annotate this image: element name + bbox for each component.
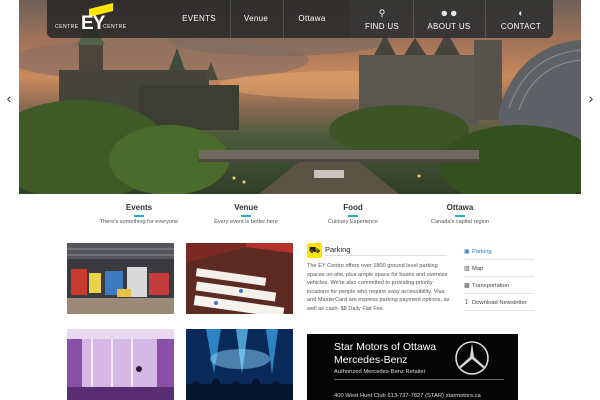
category-underline (241, 215, 251, 217)
hero-prev-arrow[interactable]: ‹ (3, 90, 15, 106)
car-icon: ⛟ (307, 243, 322, 258)
side-link-label: Download Newsletter (472, 300, 527, 306)
nav-events[interactable]: EVENTS (177, 0, 221, 38)
nav-about-us[interactable]: ☻☻ ABOUT US (422, 0, 476, 38)
category-subtitle: Culinary Experience (327, 219, 379, 225)
logo-centre-right: CENTRE (103, 24, 127, 30)
category-events[interactable]: Events There's something for everyone (84, 203, 194, 225)
category-underline (348, 215, 358, 217)
side-link-parking[interactable]: ▣ Parking (464, 244, 534, 260)
category-subtitle: There's something for everyone (99, 219, 179, 225)
bus-icon: ▩ (464, 283, 470, 289)
nav-find-us[interactable]: ⚲ FIND US (360, 0, 404, 38)
nav-about-us-label: ABOUT US (427, 22, 471, 31)
nav-contact[interactable]: ◐ CONTACT (496, 0, 546, 38)
photo-tile-trade-show[interactable] (67, 243, 174, 314)
side-link-download-newsletter[interactable]: ↧ Download Newsletter (464, 295, 534, 311)
nav-divider (485, 0, 486, 38)
trade-show-image (67, 243, 174, 314)
nav-divider (230, 0, 231, 38)
nav-divider (283, 0, 284, 38)
main-navigation: EY CENTRE CENTRE EVENTS Venue Ottawa ⚲ F… (47, 0, 553, 38)
parking-title: Parking (325, 245, 351, 254)
side-link-label: Parking (472, 249, 492, 255)
nav-ottawa[interactable]: Ottawa (290, 0, 334, 38)
category-venue[interactable]: Venue Every event is better here (191, 203, 301, 225)
nav-divider (413, 0, 414, 38)
contact-icon: ◐ (518, 8, 524, 18)
category-subtitle: Every event is better here (214, 219, 278, 225)
download-icon: ↧ (464, 300, 470, 306)
ey-centre-logo[interactable]: EY CENTRE CENTRE (53, 3, 127, 34)
ad-contact-info: 400 West Hunt Club 613-737-7827 (STAR) s… (334, 393, 481, 399)
category-underline (455, 215, 465, 217)
photo-tile-stage[interactable] (67, 329, 174, 400)
category-title: Food (343, 203, 363, 212)
logo-ey-text: EY (81, 13, 105, 34)
photo-tile-banquet[interactable] (186, 243, 293, 314)
side-link-label: Transportation (472, 283, 510, 289)
nav-utility-group: ⚲ FIND US ☻☻ ABOUT US ◐ CONTACT (350, 0, 553, 38)
category-subtitle: Canada's capital region (430, 219, 490, 225)
side-link-map[interactable]: ▨ Map (464, 261, 534, 277)
concert-image (186, 329, 293, 400)
stage-image (67, 329, 174, 400)
hero-next-arrow[interactable]: › (585, 90, 597, 106)
logo-centre-left: CENTRE (55, 24, 79, 30)
photo-tile-concert[interactable] (186, 329, 293, 400)
ad-brand-name: Mercedes-Benz (334, 354, 408, 366)
category-title: Venue (234, 203, 258, 212)
parking-title-rule (325, 255, 447, 256)
category-underline (134, 215, 144, 217)
banquet-image (186, 243, 293, 314)
category-title: Events (125, 203, 153, 212)
nav-venue[interactable]: Venue (237, 0, 275, 38)
map-pin-icon: ⚲ (378, 8, 386, 18)
side-link-label: Map (472, 266, 484, 272)
ad-dealer-name: Star Motors of Ottawa (334, 341, 437, 353)
ad-tagline: Authorized Mercedes-Benz Retailer (334, 369, 426, 375)
nav-find-us-label: FIND US (364, 22, 400, 31)
category-food[interactable]: Food Culinary Experience (298, 203, 408, 225)
people-icon: ☻☻ (439, 8, 459, 18)
parking-icon: ▣ (464, 249, 470, 255)
map-icon: ▨ (464, 266, 470, 272)
category-title: Ottawa (446, 203, 474, 212)
category-ottawa[interactable]: Ottawa Canada's capital region (405, 203, 515, 225)
side-link-transportation[interactable]: ▩ Transportation (464, 278, 534, 294)
ad-divider (334, 379, 504, 380)
parking-description: The EY Centre offers over 1800 ground le… (307, 263, 450, 312)
mercedes-star-icon (455, 341, 489, 375)
nav-contact-label: CONTACT (500, 22, 542, 31)
star-motors-advertisement[interactable]: Star Motors of Ottawa Mercedes-Benz Auth… (307, 334, 518, 400)
